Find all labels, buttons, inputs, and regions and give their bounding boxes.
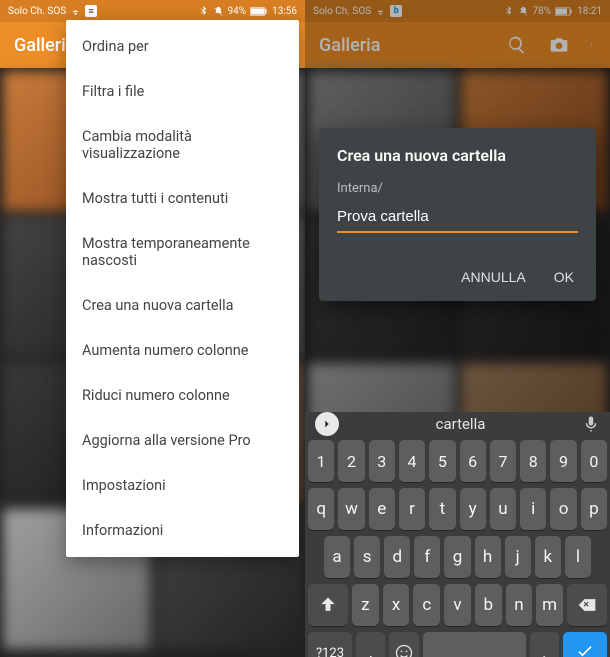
wifi-icon	[70, 6, 81, 17]
key-o[interactable]: o	[550, 488, 576, 530]
key-s[interactable]: s	[354, 536, 380, 578]
key-6[interactable]: 6	[460, 440, 486, 482]
key-j[interactable]: j	[505, 536, 531, 578]
key-p[interactable]: p	[581, 488, 607, 530]
menu-show-hidden[interactable]: Mostra temporaneamente nascosti	[66, 221, 299, 283]
battery-text: 94%	[228, 6, 247, 17]
screen-left: Solo Ch. SOS ≡ 94% 13:56 Galleria Ordina…	[0, 0, 305, 657]
key-symbols[interactable]: ?123	[308, 632, 352, 657]
key-v[interactable]: v	[444, 584, 471, 626]
menu-about[interactable]: Informazioni	[66, 508, 299, 553]
menu-settings[interactable]: Impostazioni	[66, 463, 299, 508]
menu-sort[interactable]: Ordina per	[66, 24, 299, 69]
suggestion-text[interactable]: cartella	[436, 415, 486, 433]
key-g[interactable]: g	[444, 536, 470, 578]
key-q[interactable]: q	[308, 488, 334, 530]
key-9[interactable]: 9	[550, 440, 576, 482]
key-b[interactable]: b	[475, 584, 502, 626]
folder-name-input[interactable]	[337, 204, 578, 233]
key-f[interactable]: f	[414, 536, 440, 578]
key-2[interactable]: 2	[338, 440, 364, 482]
chevron-right-icon[interactable]	[315, 412, 339, 436]
menu-decrease-cols[interactable]: Riduci numero colonne	[66, 373, 299, 418]
key-e[interactable]: e	[369, 488, 395, 530]
key-5[interactable]: 5	[429, 440, 455, 482]
key-8[interactable]: 8	[520, 440, 546, 482]
key-h[interactable]: h	[475, 536, 501, 578]
key-d[interactable]: d	[384, 536, 410, 578]
key-1[interactable]: 1	[308, 440, 334, 482]
key-a[interactable]: a	[324, 536, 350, 578]
menu-upgrade-pro[interactable]: Aggiorna alla versione Pro	[66, 418, 299, 463]
menu-filter[interactable]: Filtra i file	[66, 69, 299, 114]
key-t[interactable]: t	[429, 488, 455, 530]
key-c[interactable]: c	[413, 584, 440, 626]
key-l[interactable]: l	[565, 536, 591, 578]
key-comma[interactable]: ,	[356, 632, 385, 657]
key-u[interactable]: u	[490, 488, 516, 530]
key-backspace[interactable]	[567, 584, 607, 626]
menu-view-mode[interactable]: Cambia modalità visualizzazione	[66, 114, 299, 176]
new-folder-dialog: Crea una nuova cartella Interna/ ANNULLA…	[319, 128, 596, 301]
status-bar: Solo Ch. SOS ≡ 94% 13:56	[0, 0, 305, 22]
key-4[interactable]: 4	[399, 440, 425, 482]
key-row-4: ?123 , .	[308, 632, 607, 657]
overflow-menu: Ordina per Filtra i file Cambia modalità…	[66, 20, 299, 557]
key-enter[interactable]	[563, 632, 607, 657]
key-shift[interactable]	[308, 584, 348, 626]
key-w[interactable]: w	[338, 488, 364, 530]
key-row-2: a s d f g h j k l	[308, 536, 607, 578]
ok-button[interactable]: OK	[554, 269, 574, 285]
key-0[interactable]: 0	[581, 440, 607, 482]
key-3[interactable]: 3	[369, 440, 395, 482]
mute-icon	[213, 6, 224, 17]
clock-text: 13:56	[272, 6, 297, 17]
menu-increase-cols[interactable]: Aumenta numero colonne	[66, 328, 299, 373]
key-row-numbers: 1 2 3 4 5 6 7 8 9 0	[308, 440, 607, 482]
menu-new-folder[interactable]: Crea una nuova cartella	[66, 283, 299, 328]
key-row-1: q w e r t y u i o p	[308, 488, 607, 530]
bluetooth-icon	[198, 6, 209, 17]
dialog-path: Interna/	[337, 181, 578, 196]
key-row-3: z x c v b n m	[308, 584, 607, 626]
key-i[interactable]: i	[520, 488, 546, 530]
key-r[interactable]: r	[399, 488, 425, 530]
battery-icon	[250, 6, 268, 17]
mic-icon[interactable]	[582, 415, 600, 433]
key-period[interactable]: .	[530, 632, 559, 657]
key-space[interactable]	[423, 632, 526, 657]
key-7[interactable]: 7	[490, 440, 516, 482]
status-badge-icon: ≡	[85, 5, 97, 17]
key-n[interactable]: n	[506, 584, 533, 626]
key-m[interactable]: m	[536, 584, 563, 626]
screen-right: Solo Ch. SOS b 78% 18:21 Galleria Crea u…	[305, 0, 610, 657]
carrier-text: Solo Ch. SOS	[8, 6, 66, 17]
soft-keyboard: cartella 1 2 3 4 5 6 7 8 9 0 q w e r t	[305, 412, 610, 657]
key-k[interactable]: k	[535, 536, 561, 578]
menu-show-all[interactable]: Mostra tutti i contenuti	[66, 176, 299, 221]
key-x[interactable]: x	[383, 584, 410, 626]
dialog-title: Crea una nuova cartella	[337, 146, 578, 165]
key-z[interactable]: z	[352, 584, 379, 626]
key-y[interactable]: y	[460, 488, 486, 530]
cancel-button[interactable]: ANNULLA	[461, 269, 526, 285]
key-emoji[interactable]	[389, 632, 418, 657]
